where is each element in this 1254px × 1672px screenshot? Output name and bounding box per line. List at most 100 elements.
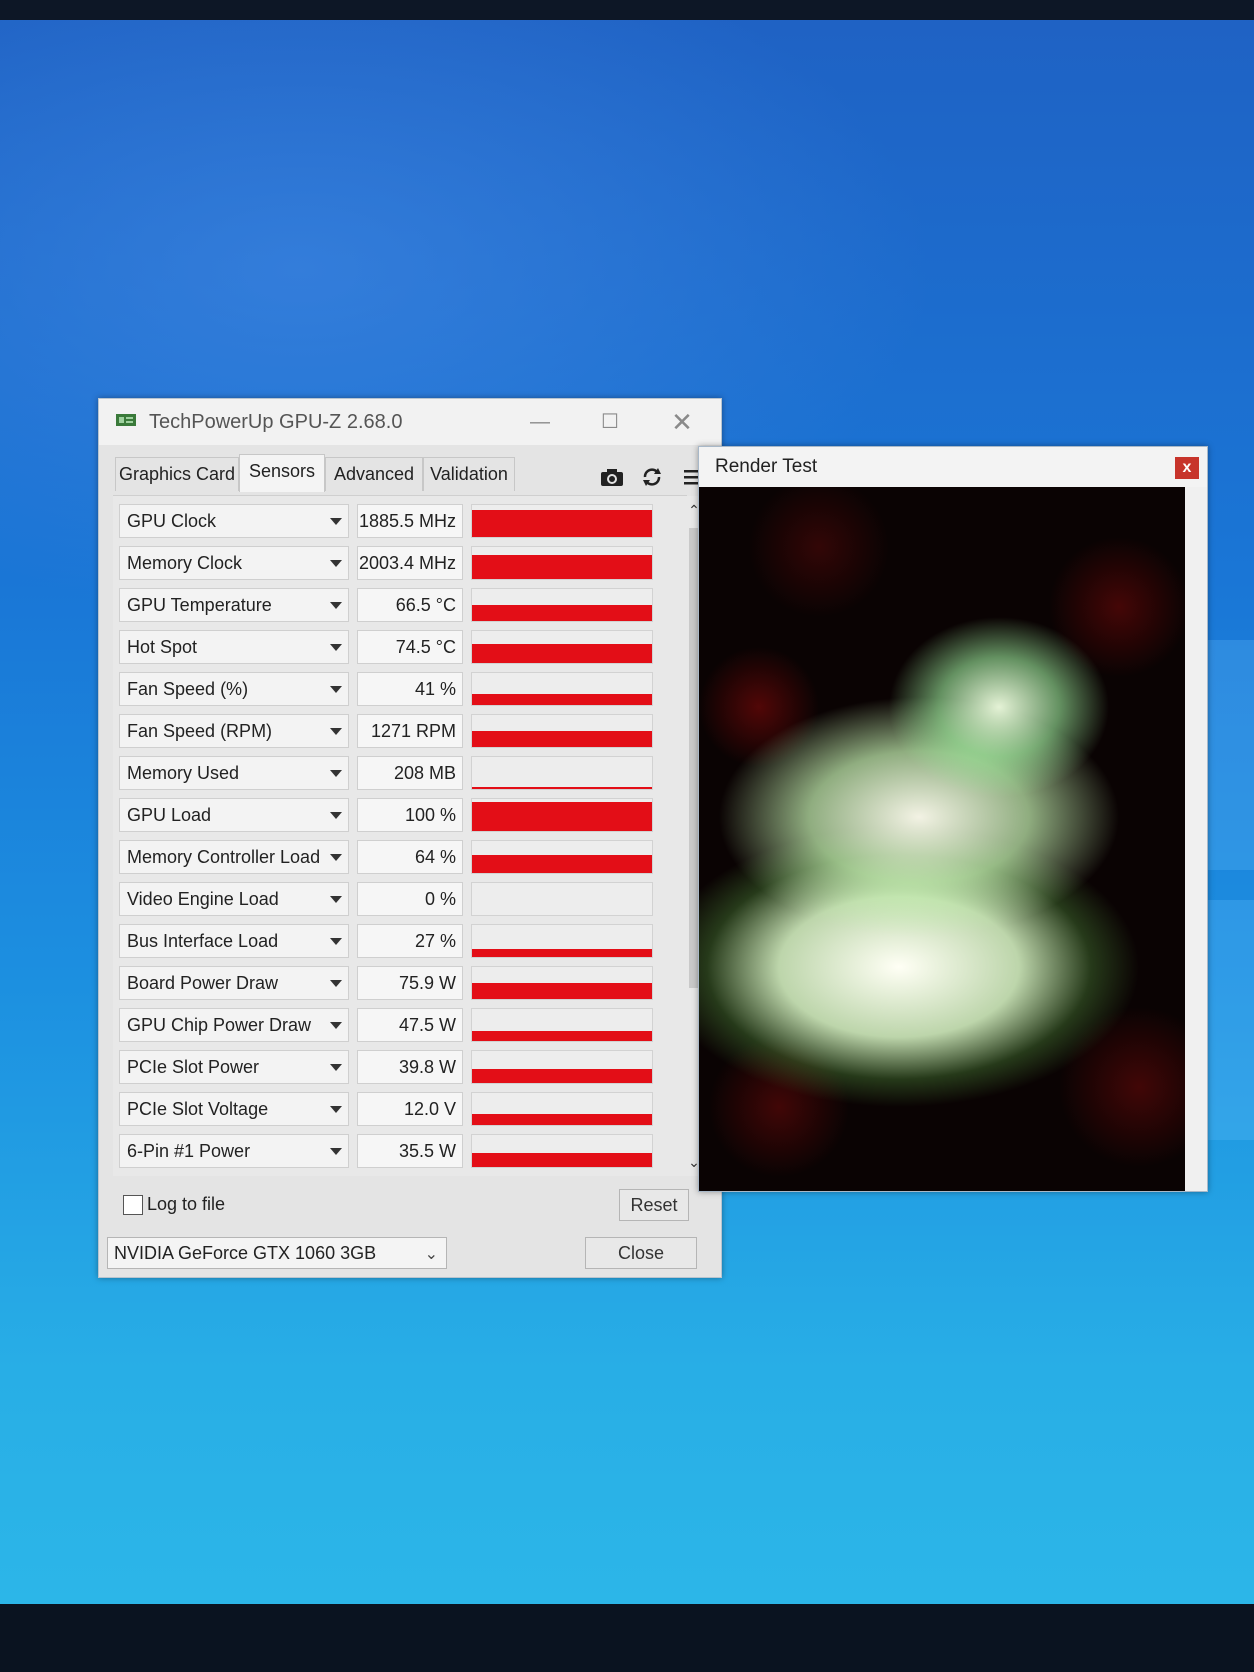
windows-logo-pane-top	[1200, 640, 1254, 870]
tab-graphics-card[interactable]: Graphics Card	[115, 457, 239, 491]
render-test-title-bar[interactable]: Render Test x	[699, 447, 1207, 487]
sensor-select[interactable]: Hot Spot	[119, 630, 349, 664]
sensor-row: GPU Clock 1885.5 MHz	[113, 500, 673, 542]
chevron-down-icon[interactable]	[330, 854, 342, 861]
sensor-label: Memory Controller Load	[127, 847, 321, 867]
sensor-graph-fill	[472, 983, 652, 999]
sensor-graph	[471, 1008, 653, 1042]
tab-validation[interactable]: Validation	[423, 457, 515, 491]
log-to-file-checkbox[interactable]	[123, 1195, 143, 1215]
sensor-graph	[471, 1134, 653, 1168]
sensor-select[interactable]: GPU Clock	[119, 504, 349, 538]
sensor-row: Memory Used 208 MB	[113, 752, 673, 794]
sensor-select[interactable]: Fan Speed (RPM)	[119, 714, 349, 748]
sensor-graph	[471, 966, 653, 1000]
chevron-down-icon[interactable]	[330, 686, 342, 693]
sensor-graph-fill	[472, 1152, 652, 1167]
sensor-label: PCIe Slot Voltage	[127, 1099, 269, 1119]
tab-sensors[interactable]: Sensors	[239, 454, 325, 492]
chevron-down-icon[interactable]	[330, 1064, 342, 1071]
sensor-value: 39.8 W	[357, 1050, 463, 1084]
gpu-select-dropdown[interactable]: NVIDIA GeForce GTX 1060 3GB ⌄	[107, 1237, 447, 1269]
sensor-graph	[471, 756, 653, 790]
chevron-down-icon[interactable]	[330, 812, 342, 819]
sensor-graph-fill	[472, 643, 652, 663]
render-canvas	[699, 487, 1185, 1191]
sensor-value: 27 %	[357, 924, 463, 958]
sensor-row: GPU Chip Power Draw 47.5 W	[113, 1004, 673, 1046]
sensor-select[interactable]: Video Engine Load	[119, 882, 349, 916]
chevron-down-icon[interactable]	[330, 602, 342, 609]
chevron-down-icon[interactable]	[330, 644, 342, 651]
close-icon[interactable]: ✕	[667, 409, 697, 435]
chevron-down-icon[interactable]	[330, 1106, 342, 1113]
sensor-select[interactable]: GPU Chip Power Draw	[119, 1008, 349, 1042]
sensor-value: 35.5 W	[357, 1134, 463, 1168]
sensor-label: Fan Speed (RPM)	[127, 721, 273, 741]
render-test-title: Render Test	[715, 456, 818, 477]
sensor-select[interactable]: PCIe Slot Voltage	[119, 1092, 349, 1126]
sensor-row: Hot Spot 74.5 °C	[113, 626, 673, 668]
sensor-label: PCIe Slot Power	[127, 1057, 260, 1077]
sensor-select[interactable]: Memory Used	[119, 756, 349, 790]
sensor-label: GPU Temperature	[127, 595, 272, 615]
sensor-select[interactable]: 6-Pin #1 Power	[119, 1134, 349, 1168]
sensor-select[interactable]: Bus Interface Load	[119, 924, 349, 958]
sensor-label: Hot Spot	[127, 637, 198, 657]
sensor-graph-fill	[472, 1113, 652, 1125]
tab-advanced[interactable]: Advanced	[325, 457, 423, 491]
sensor-select[interactable]: GPU Load	[119, 798, 349, 832]
sensor-graph-fill	[472, 787, 652, 789]
sensor-graph	[471, 588, 653, 622]
sensor-row: Bus Interface Load 27 %	[113, 920, 673, 962]
sensor-select[interactable]: GPU Temperature	[119, 588, 349, 622]
minimize-icon[interactable]: —	[525, 409, 555, 435]
sensor-value: 75.9 W	[357, 966, 463, 1000]
maximize-icon[interactable]: ☐	[595, 409, 625, 435]
sensor-select[interactable]: Fan Speed (%)	[119, 672, 349, 706]
chevron-down-icon[interactable]	[330, 938, 342, 945]
sensor-label: GPU Chip Power Draw	[127, 1015, 312, 1035]
gpuz-window-title: TechPowerUp GPU-Z 2.68.0	[149, 411, 403, 433]
monitor-bottom-bezel	[0, 1604, 1254, 1672]
gpuz-title-bar[interactable]: TechPowerUp GPU-Z 2.68.0 — ☐ ✕	[99, 399, 721, 445]
sensor-row: Fan Speed (RPM) 1271 RPM	[113, 710, 673, 752]
render-close-icon[interactable]: x	[1175, 457, 1199, 479]
sensor-graph	[471, 924, 653, 958]
sensor-select[interactable]: Board Power Draw	[119, 966, 349, 1000]
sensor-row: PCIe Slot Voltage 12.0 V	[113, 1088, 673, 1130]
sensor-graph	[471, 1092, 653, 1126]
chevron-down-icon[interactable]	[330, 896, 342, 903]
log-to-file-label: Log to file	[147, 1194, 226, 1214]
sensor-row: Board Power Draw 75.9 W	[113, 962, 673, 1004]
refresh-icon[interactable]	[639, 465, 665, 489]
sensor-select[interactable]: Memory Controller Load	[119, 840, 349, 874]
sensor-row: Memory Controller Load 64 %	[113, 836, 673, 878]
reset-button[interactable]: Reset	[619, 1189, 689, 1221]
chevron-down-icon[interactable]	[330, 728, 342, 735]
sensor-graph	[471, 714, 653, 748]
sensor-label: Board Power Draw	[127, 973, 279, 993]
sensor-graph	[471, 630, 653, 664]
sensor-select[interactable]: Memory Clock	[119, 546, 349, 580]
chevron-down-icon[interactable]	[330, 980, 342, 987]
chevron-down-icon[interactable]	[330, 1148, 342, 1155]
gpu-select-value: NVIDIA GeForce GTX 1060 3GB	[114, 1243, 377, 1263]
chevron-down-icon[interactable]	[330, 1022, 342, 1029]
sensor-graph	[471, 798, 653, 832]
sensor-graph	[471, 882, 653, 916]
sensor-graph	[471, 504, 653, 538]
sensor-graph-fill	[472, 555, 652, 579]
chevron-down-icon[interactable]	[330, 518, 342, 525]
close-button[interactable]: Close	[585, 1237, 697, 1269]
sensor-value: 208 MB	[357, 756, 463, 790]
sensor-label: Bus Interface Load	[127, 931, 279, 951]
sensor-graph-fill	[472, 802, 652, 831]
sensor-select[interactable]: PCIe Slot Power	[119, 1050, 349, 1084]
sensor-label: Video Engine Load	[127, 889, 279, 909]
sensor-value: 2003.4 MHz	[357, 546, 463, 580]
chevron-down-icon[interactable]	[330, 560, 342, 567]
sensor-value: 41 %	[357, 672, 463, 706]
camera-icon[interactable]	[599, 465, 625, 489]
chevron-down-icon[interactable]	[330, 770, 342, 777]
